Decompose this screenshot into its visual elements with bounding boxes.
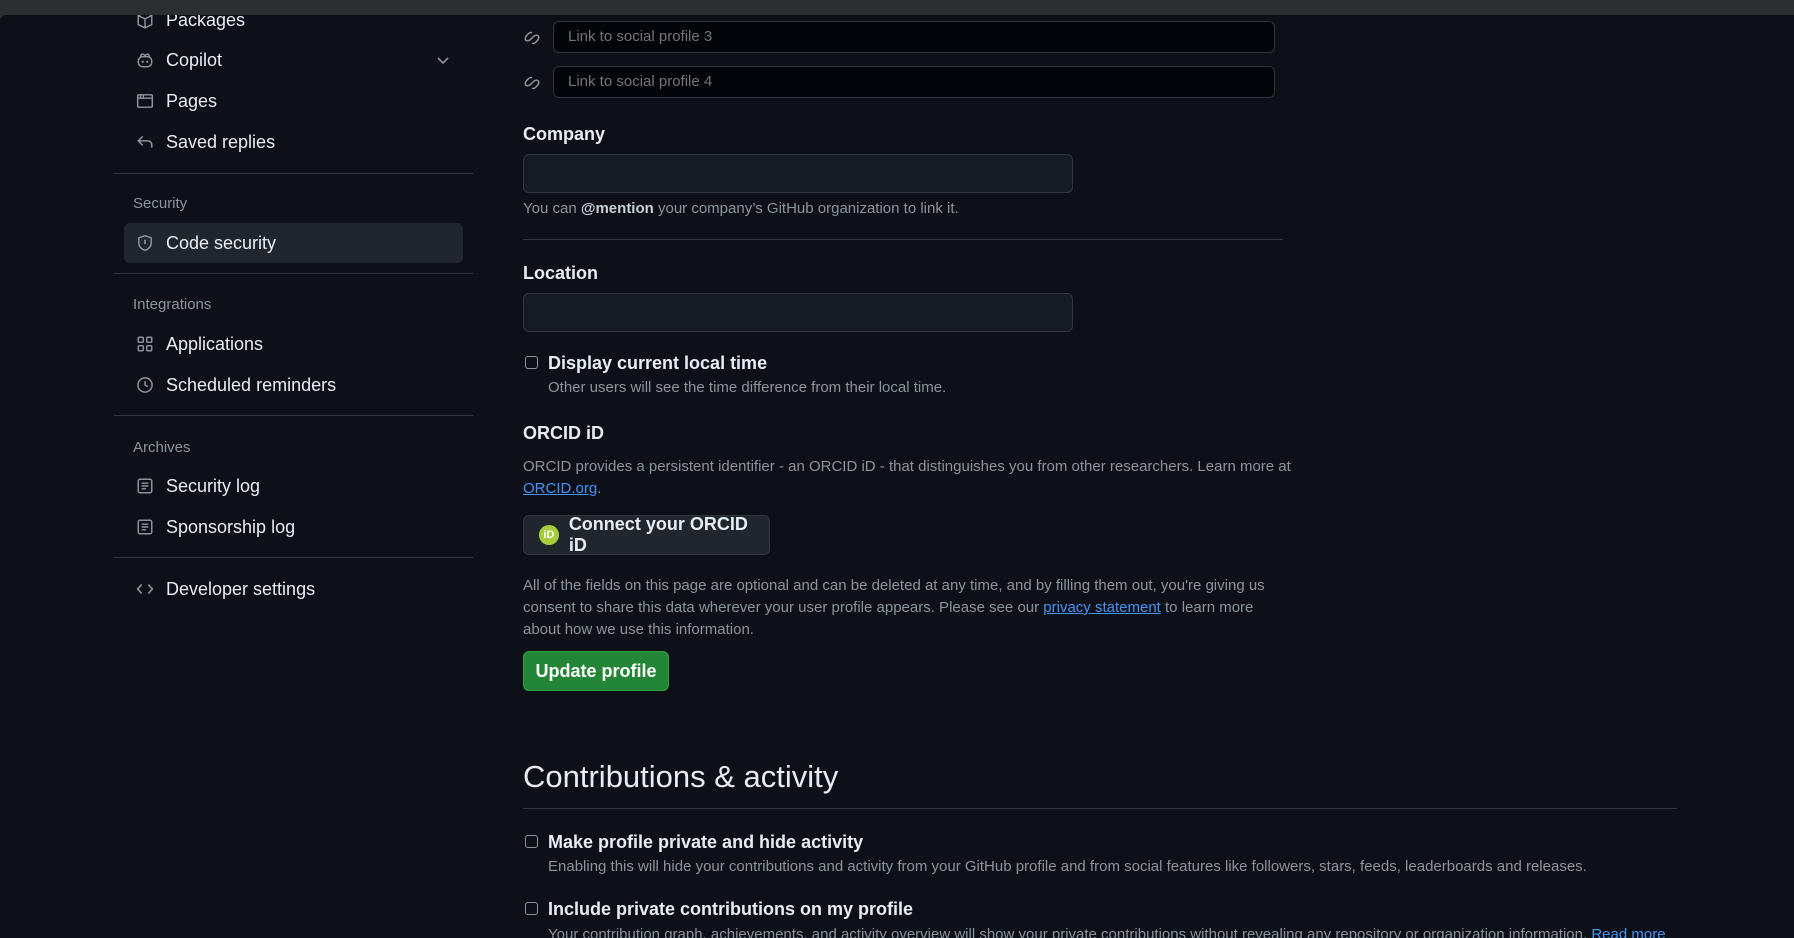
include-private-checkbox[interactable] bbox=[525, 902, 538, 915]
sidebar-item-label: Saved replies bbox=[166, 131, 276, 152]
include-private-description: Your contribution graph, achievements, a… bbox=[548, 926, 1666, 938]
log-icon bbox=[134, 516, 156, 538]
clock-icon bbox=[134, 374, 156, 396]
section-divider bbox=[523, 808, 1677, 809]
sidebar-item-security-log[interactable]: Security log bbox=[124, 466, 463, 506]
sidebar-item-label: Applications bbox=[166, 333, 264, 354]
social-profile-4-input[interactable] bbox=[553, 66, 1275, 98]
read-more-link[interactable]: Read more bbox=[1591, 926, 1665, 938]
privacy-note: All of the fields on this page are optio… bbox=[523, 577, 1265, 638]
sidebar-divider bbox=[114, 173, 473, 174]
local-time-checkbox[interactable] bbox=[525, 356, 538, 369]
log-icon bbox=[134, 475, 156, 497]
private-profile-checkbox[interactable] bbox=[525, 835, 538, 848]
company-note: You can @mention your company’s GitHub o… bbox=[523, 200, 959, 217]
local-time-description: Other users will see the time difference… bbox=[548, 379, 947, 396]
link-icon bbox=[523, 29, 541, 47]
sidebar-item-copilot[interactable]: Copilot bbox=[124, 40, 463, 80]
package-icon bbox=[134, 15, 156, 31]
sidebar-item-label: Copilot bbox=[166, 49, 223, 70]
social-link-row-4 bbox=[523, 66, 1277, 102]
sidebar-item-saved-replies[interactable]: Saved replies bbox=[124, 122, 463, 162]
sidebar-item-label: Scheduled reminders bbox=[166, 374, 337, 395]
browser-icon bbox=[134, 90, 156, 112]
sidebar-item-developer-settings[interactable]: Developer settings bbox=[124, 569, 463, 609]
sidebar-group-integrations: Integrations bbox=[133, 296, 212, 313]
local-time-label: Display current local time bbox=[548, 353, 768, 373]
company-label: Company bbox=[523, 124, 606, 144]
sidebar-item-packages[interactable]: Packages bbox=[124, 15, 463, 40]
privacy-statement-link[interactable]: privacy statement bbox=[1043, 599, 1161, 616]
orcid-logo-icon: iD bbox=[539, 525, 559, 545]
company-input[interactable] bbox=[523, 154, 1073, 193]
connect-orcid-button[interactable]: iD Connect your ORCID iD bbox=[523, 514, 770, 555]
sidebar-item-label: Pages bbox=[166, 90, 218, 111]
connect-orcid-label: Connect your ORCID iD bbox=[568, 514, 748, 555]
update-profile-button[interactable]: Update profile bbox=[523, 651, 669, 691]
include-private-label: Include private contributions on my prof… bbox=[548, 899, 914, 919]
sidebar-divider bbox=[114, 415, 473, 416]
sidebar-item-label: Developer settings bbox=[166, 578, 316, 599]
section-divider bbox=[523, 239, 1283, 240]
sidebar-item-label: Security log bbox=[166, 475, 261, 496]
orcid-title: ORCID iD bbox=[523, 423, 604, 443]
sidebar-item-label: Code security bbox=[166, 232, 277, 253]
private-profile-label: Make profile private and hide activity bbox=[548, 832, 864, 852]
reply-icon bbox=[134, 131, 156, 153]
apps-icon bbox=[134, 333, 156, 355]
location-label: Location bbox=[523, 263, 598, 283]
sidebar-group-archives: Archives bbox=[133, 439, 191, 456]
link-icon bbox=[523, 74, 541, 92]
sidebar-item-scheduled-reminders[interactable]: Scheduled reminders bbox=[124, 365, 463, 405]
social-link-row-3 bbox=[523, 21, 1277, 57]
location-input[interactable] bbox=[523, 293, 1073, 332]
social-profile-3-input[interactable] bbox=[553, 21, 1275, 53]
orcid-description: ORCID provides a persistent identifier -… bbox=[523, 458, 1291, 497]
sidebar-item-label: Packages bbox=[166, 15, 246, 30]
shield-icon bbox=[134, 232, 156, 254]
sidebar-group-security: Security bbox=[133, 195, 188, 212]
settings-page: Packages Copilot Pages Saved replies Sec… bbox=[0, 15, 1794, 938]
code-icon bbox=[134, 578, 156, 600]
sidebar-item-label: Sponsorship log bbox=[166, 516, 296, 537]
sidebar-item-pages[interactable]: Pages bbox=[124, 81, 463, 121]
private-profile-description: Enabling this will hide your contributio… bbox=[548, 858, 1587, 875]
contributions-title: Contributions & activity bbox=[523, 759, 839, 794]
chevron-down-icon[interactable] bbox=[435, 52, 451, 68]
sidebar-divider bbox=[114, 557, 473, 558]
sidebar-item-code-security[interactable]: Code security bbox=[124, 223, 463, 263]
orcid-link[interactable]: ORCID.org bbox=[523, 480, 597, 497]
sidebar-item-sponsorship-log[interactable]: Sponsorship log bbox=[124, 507, 463, 547]
sidebar-divider bbox=[114, 273, 473, 274]
sidebar-item-applications[interactable]: Applications bbox=[124, 324, 463, 364]
copilot-icon bbox=[134, 49, 156, 71]
browser-top-strip bbox=[0, 0, 1794, 15]
